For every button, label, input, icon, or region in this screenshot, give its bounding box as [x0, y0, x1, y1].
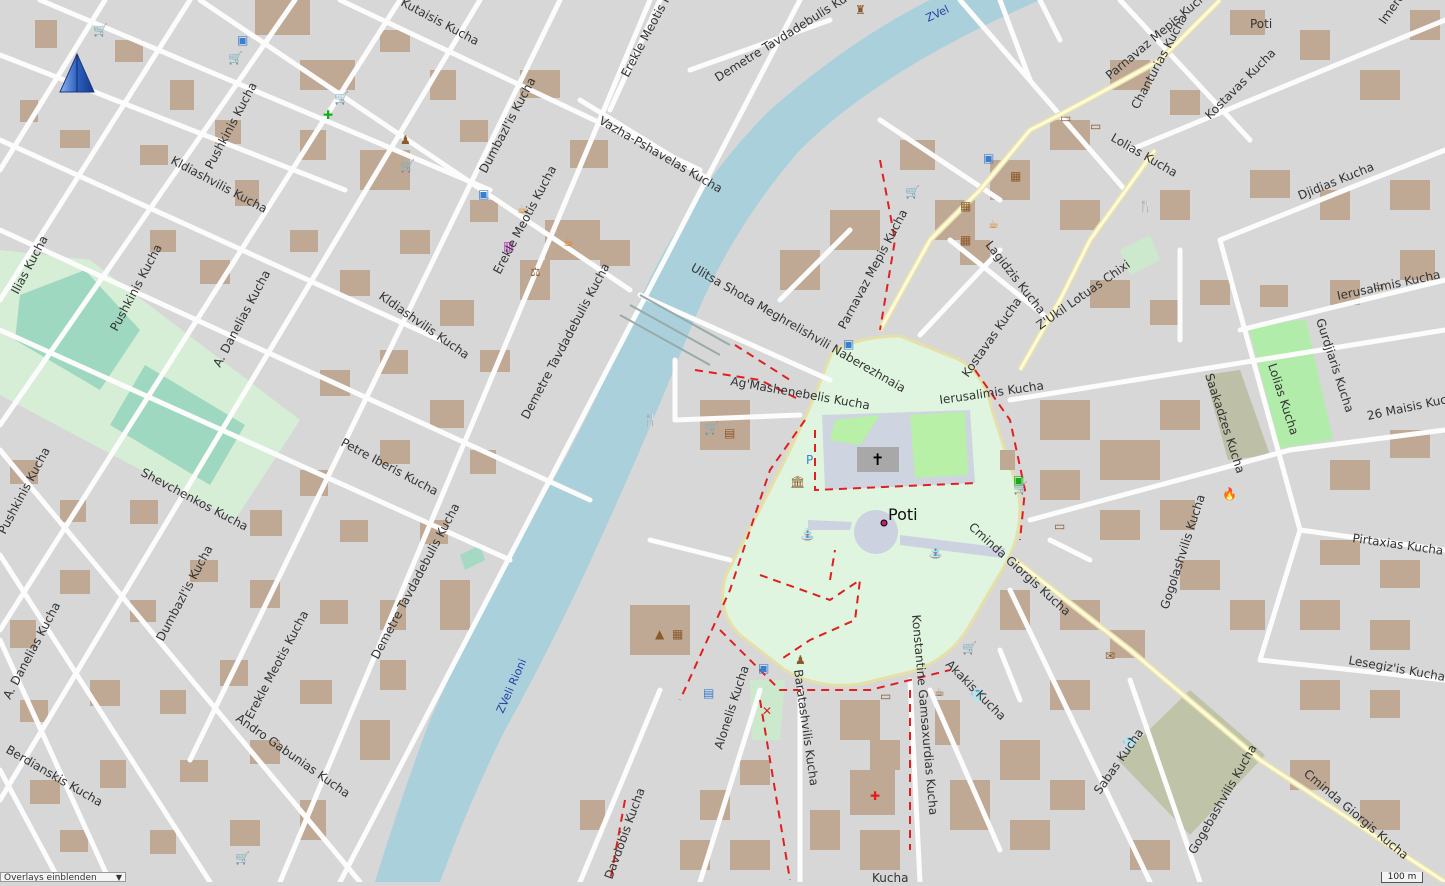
bank-icon[interactable]: ▦ [672, 627, 683, 641]
shop-icon[interactable]: 🛒 [962, 641, 977, 655]
bank-icon[interactable]: ▦ [960, 199, 971, 213]
bus-stop-icon[interactable]: ▣ [983, 151, 994, 165]
fire-station-icon[interactable]: 🔥 [1222, 487, 1237, 501]
shop-icon[interactable]: 🛒 [704, 421, 719, 435]
city-marker[interactable] [880, 519, 888, 527]
bus-stop-icon[interactable]: ▣ [758, 661, 769, 675]
church-icon[interactable]: ✝ [871, 450, 884, 469]
bank-icon[interactable]: ▦ [1010, 169, 1021, 183]
police-icon[interactable]: ▲ [655, 627, 665, 641]
cafe-icon[interactable]: ☕ [988, 217, 999, 231]
courthouse-icon[interactable]: ⚖ [530, 265, 541, 279]
shop-icon[interactable]: 🛒 [235, 851, 250, 865]
restaurant-icon[interactable]: 🍴 [643, 413, 658, 427]
pharmacy-icon[interactable]: ✚ [323, 108, 333, 122]
bus-stop-icon[interactable]: ▣ [478, 187, 489, 201]
restaurant-icon[interactable]: 🍴 [1138, 199, 1153, 213]
shop-icon[interactable]: 🛒 [905, 185, 920, 199]
atm-icon[interactable]: ▭ [1090, 119, 1101, 133]
cafe-icon[interactable]: ☕ [934, 685, 945, 699]
post-box-icon[interactable]: ▤ [703, 686, 714, 700]
bank-icon[interactable]: ▦ [960, 233, 971, 247]
bus-stop-icon[interactable]: ▣ [237, 33, 248, 47]
shop-icon[interactable]: 🛒 [1013, 481, 1028, 495]
map-canvas[interactable]: ✝ 🛒 ▣ 🛒 🛒 ✚ ♟ 🛒 ▣ ☕ ☕ ▥ ⚖ 🍴 🛒 ▤ ▣ P 🏛 ⛲ … [0, 0, 1445, 885]
garden-patch-2 [910, 412, 968, 478]
post-office-icon[interactable]: ✉ [1105, 649, 1115, 663]
city-label: Poti [888, 505, 918, 524]
shop-icon[interactable]: 🛒 [93, 23, 108, 37]
fountain-icon[interactable]: ⛲ [800, 527, 815, 541]
cinema-icon[interactable]: ▤ [724, 426, 735, 440]
scale-label: 100 m [1387, 872, 1417, 882]
atm-icon[interactable]: ▭ [1060, 111, 1071, 125]
overlay-select[interactable]: Overlays einblenden ▼ [0, 872, 126, 882]
cafe-icon[interactable]: ☕ [563, 235, 574, 249]
chevron-down-icon: ▼ [115, 873, 122, 882]
corner-city-label: Poti [1250, 17, 1272, 31]
shop-icon[interactable]: 🛒 [334, 91, 349, 105]
fountain-icon[interactable]: ⛲ [928, 545, 943, 559]
parking-icon[interactable]: P [806, 453, 813, 467]
monument-icon[interactable]: ♜ [855, 3, 866, 17]
atm-icon[interactable]: ▭ [1054, 519, 1065, 533]
atm-icon[interactable]: ▭ [880, 689, 891, 703]
street-label: Kucha [872, 871, 908, 882]
north-arrow-icon [59, 52, 95, 93]
museum-icon[interactable]: 🏛 [790, 475, 805, 489]
shop-icon[interactable]: 🛒 [228, 51, 243, 65]
toilets-icon[interactable]: ♟ [400, 133, 411, 147]
shop-icon[interactable]: 🛒 [400, 159, 415, 173]
overlay-select-value: Overlays einblenden [4, 873, 97, 882]
hospital-icon[interactable]: ✚ [870, 789, 880, 803]
scale-bar: 100 m [1381, 872, 1423, 883]
playground-icon[interactable]: ✕ [762, 704, 772, 718]
toilets-icon[interactable]: ♟ [795, 653, 806, 667]
